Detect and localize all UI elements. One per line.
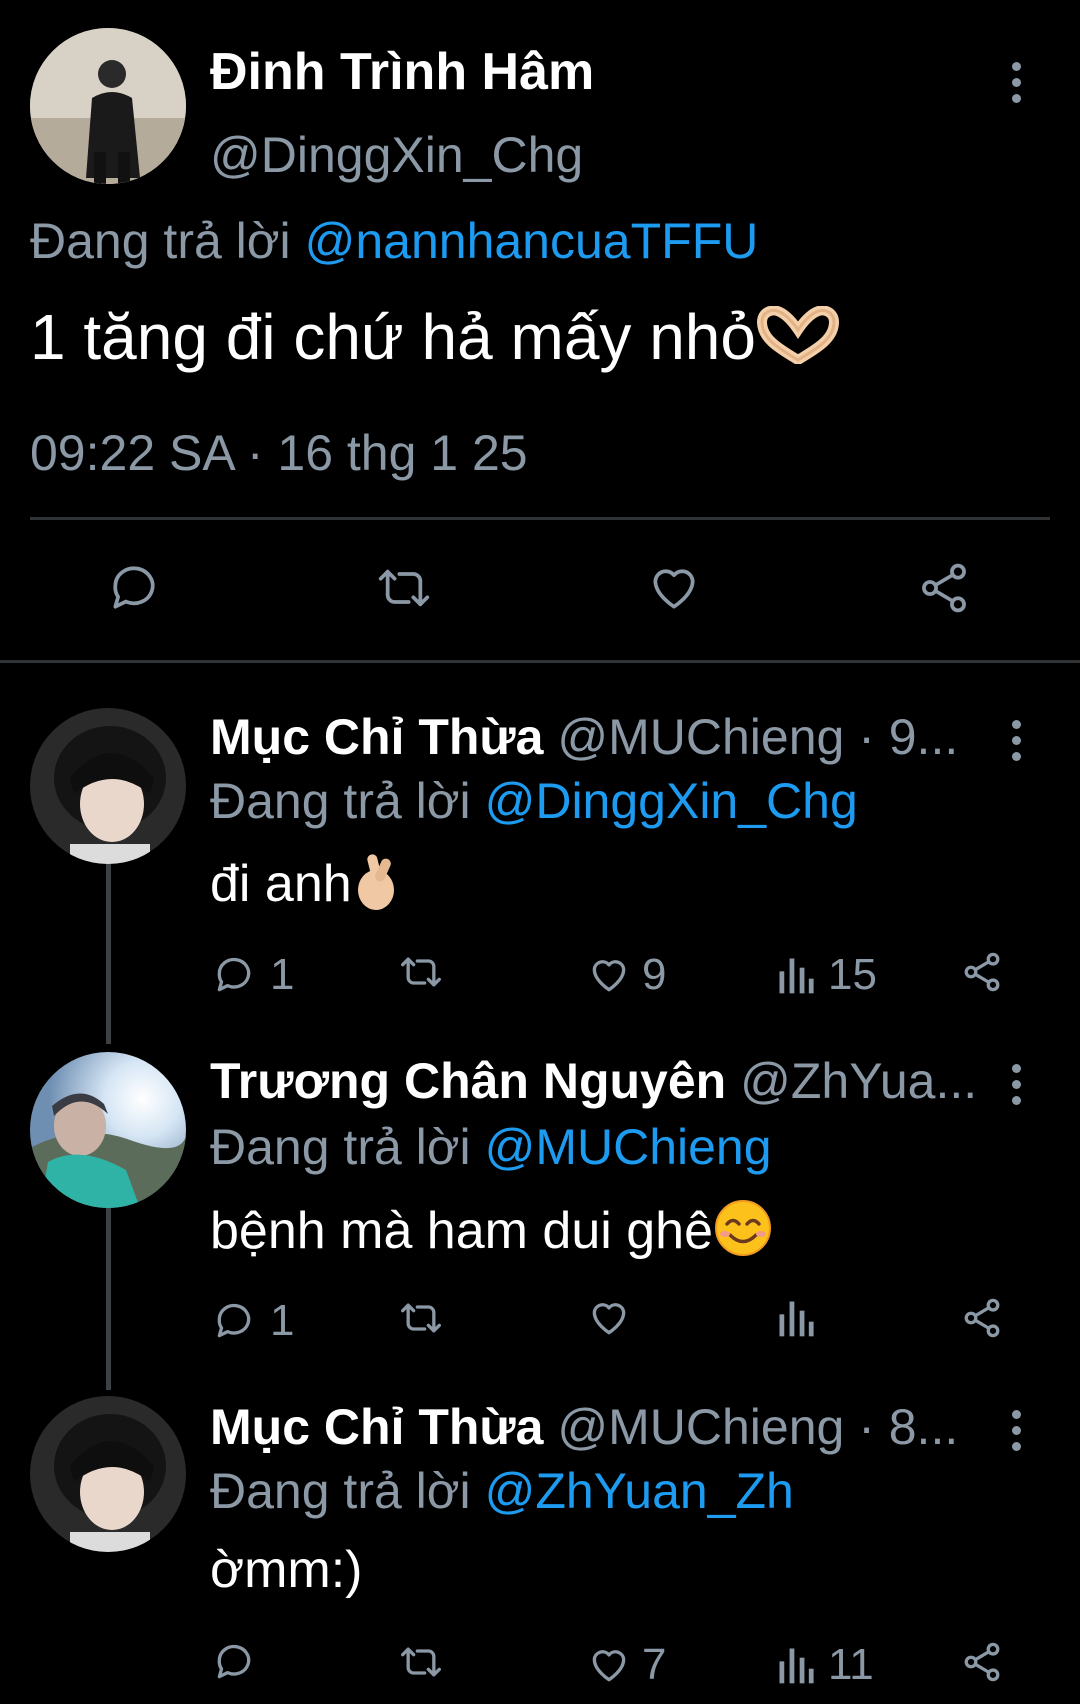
retweet-button[interactable] <box>396 1296 460 1340</box>
like-count: 7 <box>642 1640 667 1689</box>
thread-line <box>106 1206 111 1390</box>
replying-to-link[interactable]: @MUChieng <box>485 1119 772 1175</box>
reply-icon <box>217 1303 251 1338</box>
divider <box>30 517 1050 520</box>
like-button[interactable]: 9 <box>586 950 666 1000</box>
reply-author-name[interactable]: Mục Chỉ Thừa <box>210 1399 543 1455</box>
views-icon <box>779 1301 814 1337</box>
reply-author-handle[interactable]: @ZhYua... <box>740 1053 977 1109</box>
replying-to: Đang trả lời @ZhYuan_Zh <box>210 1462 794 1520</box>
reply-icon <box>217 1644 251 1679</box>
share-button[interactable] <box>916 560 972 616</box>
reply-avatar[interactable] <box>30 708 186 864</box>
share-button[interactable] <box>960 950 1004 994</box>
views-button[interactable]: 11 <box>776 1640 874 1690</box>
reply-button[interactable]: 1 <box>212 1296 294 1346</box>
reply-avatar[interactable] <box>30 1052 186 1208</box>
reply-author-handle[interactable]: @MUChieng · 8... <box>557 1399 958 1455</box>
like-button[interactable] <box>645 560 703 616</box>
more-options-icon[interactable] <box>1010 1410 1024 1458</box>
views-icon <box>779 1648 814 1684</box>
share-icon <box>964 1642 1000 1682</box>
retweet-icon <box>401 1647 441 1677</box>
retweet-button[interactable] <box>372 560 436 616</box>
reply-header: Trương Chân Nguyên @ZhYua... <box>210 1052 977 1110</box>
heart-hands-emoji-icon <box>756 305 840 379</box>
reply-count: 1 <box>270 950 295 999</box>
share-button[interactable] <box>960 1640 1004 1684</box>
thread-line <box>106 862 111 1044</box>
reply-icon <box>113 566 155 609</box>
replying-prefix: Đang trả lời <box>210 1119 471 1175</box>
more-options-icon[interactable] <box>1010 62 1024 110</box>
reply-button[interactable]: 1 <box>212 950 294 1000</box>
like-icon <box>592 960 626 992</box>
like-icon <box>592 1303 626 1335</box>
tweet-timestamp[interactable]: 09:22 SA · 16 thg 1 25 <box>30 424 528 482</box>
reply-text-body: bệnh mà ham dui ghê <box>210 1202 714 1261</box>
reply-icon <box>217 957 251 992</box>
reply-author-name[interactable]: Trương Chân Nguyên <box>210 1053 726 1109</box>
author-name[interactable]: Đinh Trình Hâm <box>210 42 594 102</box>
view-count: 11 <box>828 1640 874 1689</box>
retweet-icon <box>401 957 441 987</box>
reply-text: ờmm:) <box>210 1541 363 1599</box>
more-options-icon[interactable] <box>1010 720 1024 768</box>
finger-heart-emoji-icon <box>352 850 402 925</box>
reply-author-handle[interactable]: @MUChieng · 9... <box>557 709 958 765</box>
retweet-button[interactable] <box>396 950 460 994</box>
replying-prefix: Đang trả lời <box>210 773 471 829</box>
replying-to: Đang trả lời @nannhancuaTFFU <box>30 212 758 270</box>
share-icon <box>922 563 966 613</box>
divider <box>0 660 1080 663</box>
reply-avatar[interactable] <box>30 1396 186 1552</box>
view-count: 15 <box>828 950 877 999</box>
views-icon <box>779 958 814 994</box>
retweet-button[interactable] <box>396 1640 460 1684</box>
reply-text: bệnh mà ham dui ghê <box>210 1198 773 1271</box>
like-icon <box>653 569 695 609</box>
reply-count: 1 <box>270 1296 295 1345</box>
reply-author-name[interactable]: Mục Chỉ Thừa <box>210 709 543 765</box>
retweet-icon <box>401 1303 441 1333</box>
author-handle[interactable]: @DinggXin_Chg <box>210 126 583 184</box>
replying-to: Đang trả lời @MUChieng <box>210 1118 772 1176</box>
views-button[interactable] <box>776 1296 828 1340</box>
reply-text: đi anh <box>210 850 402 925</box>
replying-prefix: Đang trả lời <box>30 213 291 269</box>
share-icon <box>964 1298 1000 1338</box>
like-button[interactable] <box>586 1296 642 1340</box>
reply-header: Mục Chỉ Thừa @MUChieng · 8... <box>210 1398 958 1456</box>
author-avatar[interactable] <box>30 28 186 184</box>
like-count: 9 <box>642 950 667 999</box>
reply-button[interactable] <box>212 1640 270 1684</box>
tweet-text: 1 tăng đi chứ hả mấy nhỏ <box>30 300 840 379</box>
reply-text-body: đi anh <box>210 855 352 914</box>
share-button[interactable] <box>960 1296 1004 1340</box>
replying-to-link[interactable]: @DinggXin_Chg <box>485 773 858 829</box>
replying-to-link[interactable]: @ZhYuan_Zh <box>485 1463 794 1519</box>
reply-header: Mục Chỉ Thừa @MUChieng · 9... <box>210 708 958 766</box>
views-button[interactable]: 15 <box>776 950 877 1000</box>
retweet-icon <box>378 569 430 607</box>
like-button[interactable]: 7 <box>586 1640 666 1690</box>
replying-prefix: Đang trả lời <box>210 1463 471 1519</box>
more-options-icon[interactable] <box>1010 1064 1024 1112</box>
smiling-face-emoji-icon <box>713 1198 773 1271</box>
replying-to-link[interactable]: @nannhancuaTFFU <box>305 213 759 269</box>
like-icon <box>592 1650 626 1682</box>
replying-to: Đang trả lời @DinggXin_Chg <box>210 772 858 830</box>
tweet-text-body: 1 tăng đi chứ hả mấy nhỏ <box>30 301 756 373</box>
share-icon <box>964 952 1000 992</box>
reply-button[interactable] <box>106 560 162 616</box>
